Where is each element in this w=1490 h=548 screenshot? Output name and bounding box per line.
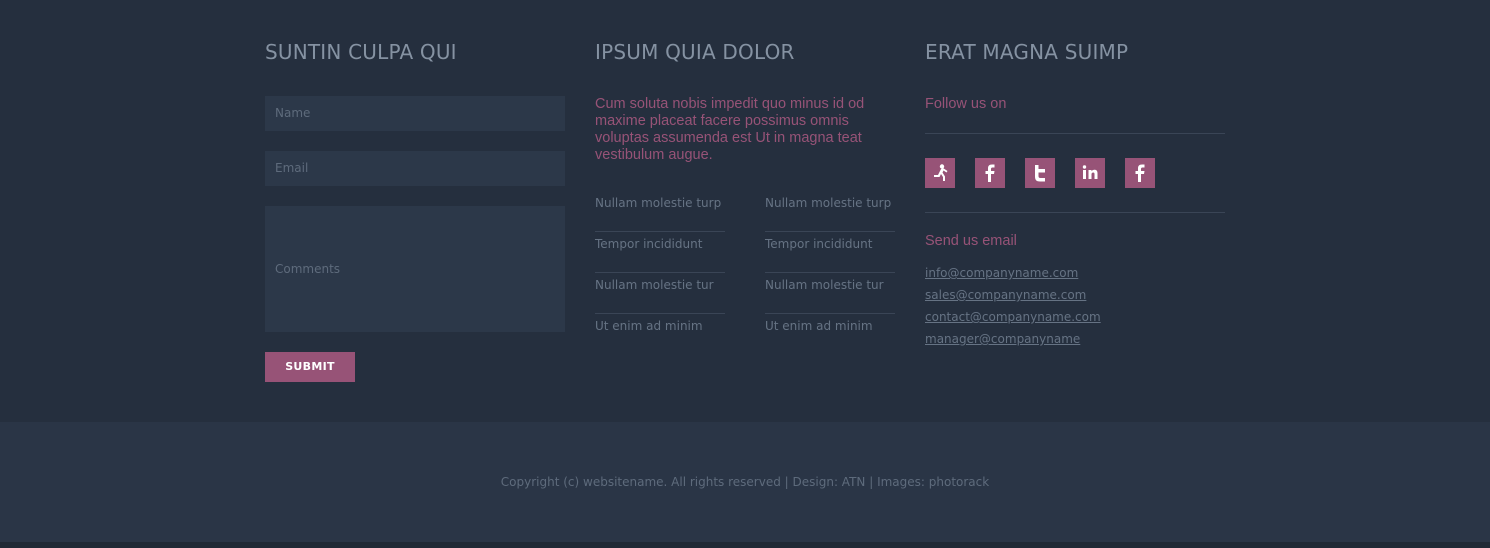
runner-icon[interactable] [925, 158, 955, 188]
email-link[interactable]: contact@companyname.com [925, 307, 1101, 328]
list-item[interactable]: Nullam molestie turp [595, 192, 725, 232]
email-link[interactable]: sales@companyname.com [925, 285, 1086, 306]
copyright-bar: Copyright (c) websitename. All rights re… [0, 422, 1490, 542]
list-item[interactable]: Nullam molestie tur [765, 274, 895, 314]
list-item[interactable]: Ut enim ad minim [595, 315, 725, 355]
list-item[interactable]: Tempor incididunt [595, 233, 725, 273]
divider [925, 212, 1225, 213]
linkedin-icon[interactable] [1075, 158, 1105, 188]
about-lead-text: Cum soluta nobis impedit quo minus id od… [595, 96, 865, 163]
footer-widgets: SUNTIN CULPA QUI Name Email Comments SUB… [0, 0, 1490, 422]
submit-button[interactable]: SUBMIT [265, 352, 355, 382]
name-field[interactable]: Name [265, 96, 565, 131]
divider [925, 133, 1225, 134]
email-link[interactable]: manager@companyname [925, 329, 1080, 350]
bottom-strip [0, 542, 1490, 548]
contact-form-heading: SUNTIN CULPA QUI [265, 40, 457, 64]
about-heading: IPSUM QUIA DOLOR [595, 40, 795, 64]
copyright-text: Copyright (c) websitename. All rights re… [500, 475, 990, 489]
follow-label: Follow us on [925, 96, 1007, 112]
twitter-icon[interactable] [1025, 158, 1055, 188]
comments-field[interactable]: Comments [265, 206, 565, 332]
facebook-icon[interactable] [975, 158, 1005, 188]
list-item[interactable]: Tempor incididunt [765, 233, 895, 273]
email-link[interactable]: info@companyname.com [925, 263, 1078, 284]
list-item[interactable]: Nullam molestie tur [595, 274, 725, 314]
list-item[interactable]: Nullam molestie turp [765, 192, 895, 232]
links-list-left: Nullam molestie turp Tempor incididunt N… [595, 192, 725, 356]
social-heading: ERAT MAGNA SUIMP [925, 40, 1129, 64]
email-links: info@companyname.com sales@companyname.c… [925, 262, 1235, 350]
email-field[interactable]: Email [265, 151, 565, 186]
send-email-label: Send us email [925, 233, 1017, 249]
facebook-icon[interactable] [1125, 158, 1155, 188]
links-list-right: Nullam molestie turp Tempor incididunt N… [765, 192, 895, 356]
list-item[interactable]: Ut enim ad minim [765, 315, 895, 355]
